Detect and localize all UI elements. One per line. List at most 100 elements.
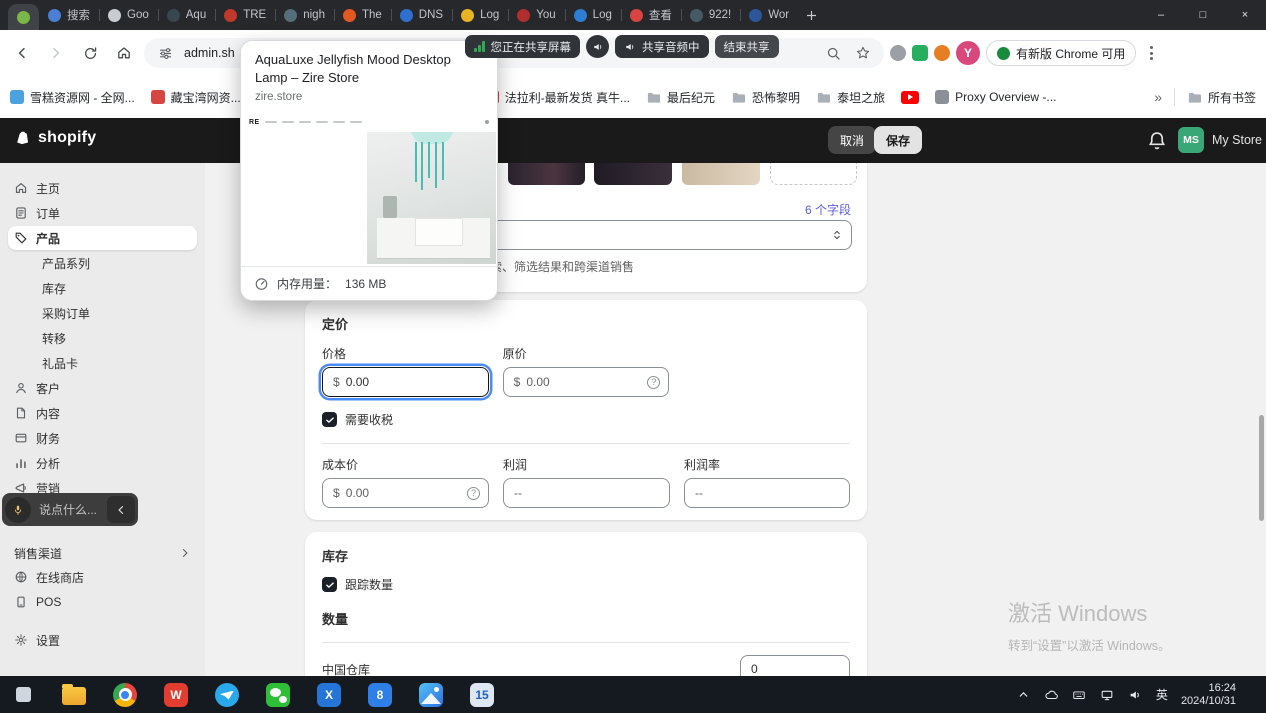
new-tab-button[interactable] — [798, 2, 824, 28]
bookmark-item[interactable]: 藏宝湾网资... — [151, 89, 241, 106]
voice-widget-collapse-button[interactable] — [107, 496, 135, 523]
browser-tab[interactable]: 查看 — [621, 0, 681, 30]
bookmark-item[interactable]: 泰坦之旅 — [816, 89, 885, 106]
sales-channels-header[interactable]: 销售渠道 — [14, 543, 191, 563]
save-button[interactable]: 保存 — [874, 126, 922, 154]
browser-tab[interactable]: 搜索 — [39, 0, 99, 30]
sidebar-item-产品系列[interactable]: 产品系列 — [8, 251, 197, 275]
sidebar-item-财务[interactable]: 财务 — [8, 426, 197, 450]
profit-input[interactable]: -- — [503, 478, 670, 508]
browser-tab[interactable] — [8, 4, 39, 30]
chrome-update-button[interactable]: 有新版 Chrome 可用 — [986, 40, 1136, 66]
wps-icon[interactable]: W — [163, 682, 189, 708]
scrollbar[interactable] — [1259, 415, 1264, 521]
browser-tab[interactable]: Goo — [99, 0, 158, 30]
compare-price-input[interactable]: $ 0.00 — [503, 367, 670, 397]
sidebar-item-转移[interactable]: 转移 — [8, 326, 197, 350]
zoom-icon[interactable] — [822, 42, 844, 64]
price-input[interactable]: $ 0.00 — [322, 367, 489, 397]
tray-chevron-up-icon[interactable] — [1016, 687, 1031, 702]
bookmark-item[interactable] — [901, 91, 919, 104]
input-language-indicator[interactable]: 英 — [1156, 686, 1168, 703]
close-button[interactable]: × — [1224, 0, 1266, 30]
voice-widget[interactable]: 说点什么... — [2, 493, 138, 526]
stop-sharing-button[interactable]: 结束共享 — [715, 35, 779, 58]
media-thumbnail[interactable] — [508, 163, 585, 185]
telegram-icon[interactable] — [214, 682, 240, 708]
sidebar-item-分析[interactable]: 分析 — [8, 451, 197, 475]
forward-button[interactable] — [42, 39, 70, 67]
sidebar-item-设置[interactable]: 设置 — [8, 628, 197, 652]
cancel-button[interactable]: 取消 — [828, 126, 876, 154]
calendar-app-icon[interactable]: 8 — [367, 682, 393, 708]
charge-tax-checkbox[interactable] — [322, 412, 337, 427]
network-icon[interactable] — [1100, 687, 1115, 702]
browser-tab[interactable]: DNS — [391, 0, 452, 30]
sidebar-item-POS[interactable]: POS — [8, 590, 197, 614]
bookmark-item[interactable]: Proxy Overview -... — [935, 90, 1056, 104]
chrome-icon[interactable] — [112, 682, 138, 708]
sidebar-item-在线商店[interactable]: 在线商店 — [8, 565, 197, 589]
sidebar-item-客户[interactable]: 客户 — [8, 376, 197, 400]
browser-tab[interactable]: nigh — [275, 0, 334, 30]
sidebar-item-订单[interactable]: 订单 — [8, 201, 197, 225]
bookmarks-overflow-button[interactable]: » — [1154, 89, 1162, 105]
browser-tab[interactable]: Log — [565, 0, 621, 30]
margin-input[interactable]: -- — [684, 478, 850, 508]
media-thumbnail[interactable] — [682, 163, 760, 185]
track-quantity-row[interactable]: 跟踪数量 — [322, 576, 850, 593]
sidebar-item-库存[interactable]: 库存 — [8, 276, 197, 300]
volume-icon[interactable] — [1128, 687, 1143, 702]
back-button[interactable] — [8, 39, 36, 67]
profile-avatar[interactable]: Y — [956, 41, 980, 65]
browser-tab[interactable]: Log — [452, 0, 508, 30]
refresh-button[interactable] — [76, 39, 104, 67]
extension-icon[interactable] — [912, 45, 928, 61]
app-15-icon[interactable]: 15 — [469, 682, 495, 708]
file-explorer-icon[interactable] — [61, 682, 87, 708]
extension-icon[interactable] — [890, 45, 906, 61]
bookmark-item[interactable]: 雪糕资源网 - 全网... — [10, 89, 135, 106]
sidebar-item-产品[interactable]: 产品 — [8, 226, 197, 250]
browser-tab[interactable]: Aqu — [158, 0, 215, 30]
share-options-button[interactable] — [586, 35, 609, 58]
browser-tab[interactable]: You — [508, 0, 564, 30]
taskbar-clock[interactable]: 16:24 2024/10/31 — [1181, 682, 1236, 708]
bookmark-item[interactable]: 法拉利-最新发货 真牛... — [485, 89, 630, 106]
add-media-tile[interactable] — [770, 163, 857, 185]
touch-keyboard-icon[interactable] — [1072, 687, 1087, 702]
sidebar-item-采购订单[interactable]: 采购订单 — [8, 301, 197, 325]
browser-tab[interactable]: TRE — [215, 0, 275, 30]
mic-button[interactable] — [5, 497, 31, 523]
x-app-icon[interactable]: X — [316, 682, 342, 708]
help-icon[interactable] — [467, 487, 480, 500]
help-icon[interactable] — [647, 376, 660, 389]
media-thumbnail[interactable] — [594, 163, 672, 185]
browser-tab[interactable]: The — [334, 0, 391, 30]
minimize-button[interactable]: – — [1140, 0, 1182, 30]
photos-app-icon[interactable] — [418, 682, 444, 708]
charge-tax-row[interactable]: 需要收税 — [322, 411, 850, 428]
maximize-button[interactable]: □ — [1182, 0, 1224, 30]
small-app-icon[interactable] — [10, 682, 36, 708]
browser-tab[interactable]: 922! — [681, 0, 740, 30]
cloud-icon[interactable] — [1044, 687, 1059, 702]
browser-tab[interactable]: Wor — [740, 0, 798, 30]
extension-icon[interactable] — [934, 45, 950, 61]
all-bookmarks-button[interactable]: 所有书签 — [1187, 89, 1256, 106]
bookmark-item[interactable]: 最后纪元 — [646, 89, 715, 106]
browser-menu-button[interactable] — [1142, 46, 1160, 60]
cost-input[interactable]: $ 0.00 — [322, 478, 489, 508]
sidebar-item-内容[interactable]: 内容 — [8, 401, 197, 425]
voice-placeholder: 说点什么... — [31, 501, 107, 518]
bookmark-item[interactable]: 恐怖黎明 — [731, 89, 800, 106]
track-quantity-checkbox[interactable] — [322, 577, 337, 592]
sidebar-item-主页[interactable]: 主页 — [8, 176, 197, 200]
bookmark-star-icon[interactable] — [852, 42, 874, 64]
sidebar-item-礼品卡[interactable]: 礼品卡 — [8, 351, 197, 375]
quantity-input[interactable]: 0 — [740, 655, 850, 676]
category-fields-link[interactable]: 6 个字段 — [805, 201, 851, 218]
wechat-icon[interactable] — [265, 682, 291, 708]
home-button[interactable] — [110, 39, 138, 67]
shopify-logo[interactable]: shopify — [14, 129, 96, 147]
